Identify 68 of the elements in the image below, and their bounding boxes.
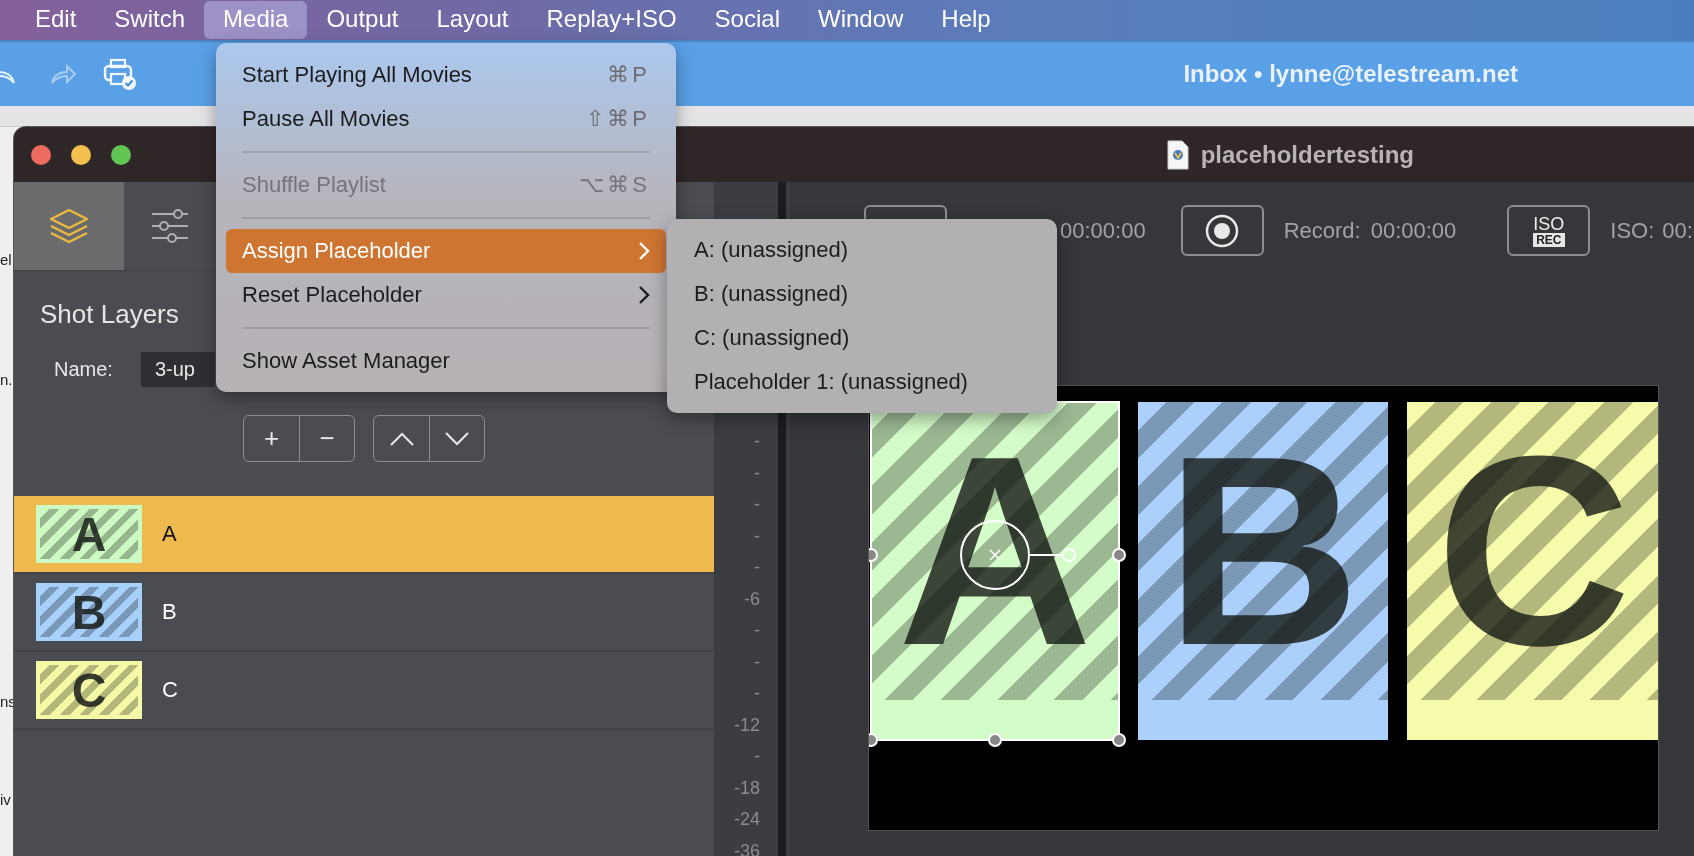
meter-tick-label: - (754, 493, 760, 516)
menu-item[interactable]: Pause All Movies ⇧⌘P (226, 97, 666, 141)
printer-icon[interactable] (102, 57, 138, 91)
menu-bar-item[interactable]: Switch (95, 1, 205, 39)
menu-bar-item[interactable]: Window (799, 1, 923, 39)
meter-tick-label: -36 (734, 839, 760, 856)
window-title: Inbox • lynne@telestream.net (1183, 60, 1518, 88)
field-label: Name: (54, 358, 113, 381)
timer-label: 00: (1662, 217, 1693, 244)
record-label: Record: (1283, 217, 1361, 244)
text-fragment: n. (0, 371, 14, 389)
menu-item[interactable]: Reset Placeholder (226, 273, 666, 317)
meter-tick-label: -18 (734, 776, 760, 800)
chevron-right-icon (638, 241, 650, 261)
meter-tick-label: -6 (744, 587, 760, 611)
shortcut-label: ⇧⌘P (586, 106, 650, 132)
meter-tick-label: -24 (734, 808, 760, 831)
name-field[interactable]: 3-up (140, 352, 215, 387)
menu-bar-item[interactable]: Edit (16, 1, 96, 39)
meter-tick-label: -12 (734, 713, 760, 737)
meter-tick-label: - (754, 682, 760, 705)
text-fragment: el (0, 251, 13, 269)
meter-tick-label: - (754, 556, 760, 579)
remove-button[interactable]: − (299, 416, 354, 461)
window-title: placeholdertesting (1200, 140, 1414, 169)
chevron-right-icon (638, 285, 650, 305)
minimize-button[interactable] (71, 144, 91, 165)
placeholder-letter: C (1436, 411, 1631, 691)
menu-item[interactable]: C: (unassigned) (677, 316, 1047, 360)
record-button[interactable] (1180, 205, 1264, 256)
sliders-icon (150, 208, 190, 244)
meter-tick-label: - (754, 461, 760, 485)
document-icon (1166, 139, 1189, 170)
record-icon (1204, 212, 1241, 249)
layer-row[interactable]: C C (14, 652, 714, 730)
layers-icon (47, 206, 91, 246)
chevron-up-icon (388, 430, 415, 447)
iso-label: ISO: (1610, 217, 1655, 244)
shortcut-label: ⌥⌘S (579, 172, 650, 198)
text-fragment: iv (0, 791, 12, 809)
menu-item[interactable]: Start Playing All Movies ⌘P (226, 53, 666, 97)
menu-item[interactable]: A: (unassigned) (677, 228, 1047, 272)
menu-item[interactable]: Show Asset Manager (226, 339, 666, 383)
meter-tick-label: - (754, 745, 760, 768)
menu-item[interactable]: B: (unassigned) (677, 272, 1047, 316)
meter-tick-label: - (754, 650, 760, 674)
menu-bar-item[interactable]: Help (922, 1, 1010, 39)
iso-record-button[interactable]: ISO REC (1507, 205, 1591, 256)
zoom-button[interactable] (111, 144, 131, 165)
meter-tick-label: - (754, 430, 760, 453)
timer-label: 00:00:00 (1370, 217, 1457, 244)
add-button[interactable]: + (244, 416, 299, 461)
chevron-down-icon (444, 430, 470, 447)
panel-title: Shot Layers (40, 299, 180, 330)
meter-tick-label: - (754, 524, 760, 548)
sidebar-tab[interactable] (14, 182, 124, 270)
shortcut-label: ⌘P (607, 62, 650, 88)
placeholder-letter: B (1165, 411, 1361, 691)
menu-bar-item[interactable]: Output (307, 1, 418, 39)
layer-row[interactable]: B B (14, 574, 714, 652)
menu-bar-item[interactable]: Social (695, 1, 799, 39)
menu-bar-item[interactable]: Replay+ISO (527, 1, 696, 39)
menu-item[interactable]: Placeholder 1: (unassigned) (677, 360, 1047, 404)
placeholder-letter: A (897, 411, 1093, 691)
menu-bar-item[interactable]: Layout (417, 1, 528, 39)
close-button[interactable] (31, 144, 51, 165)
meter-tick-label: - (754, 619, 760, 642)
timer-label: 00:00:00 (1060, 217, 1146, 244)
